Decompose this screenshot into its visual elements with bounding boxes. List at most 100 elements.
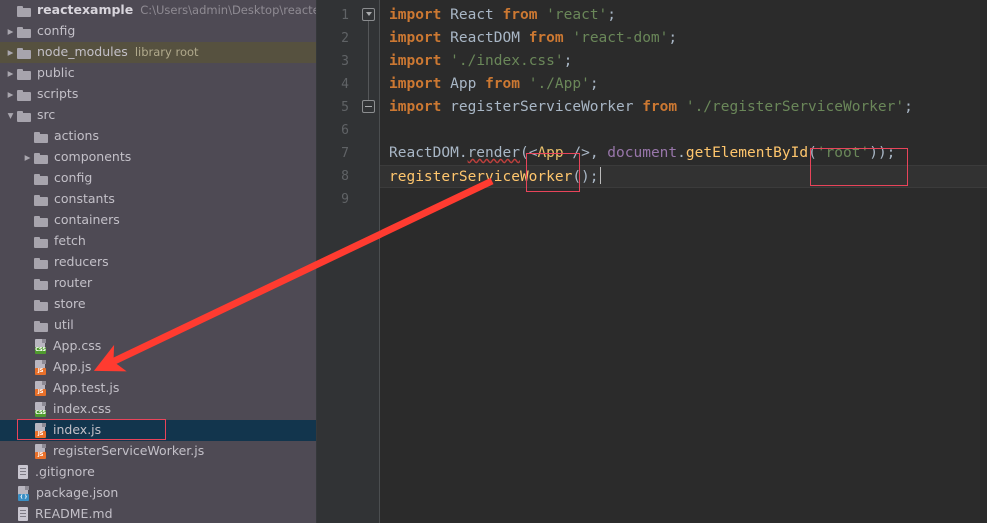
line-number: 4 xyxy=(341,77,349,92)
tree-item-label: actions xyxy=(54,128,99,144)
chevron-right-icon[interactable]: ▶ xyxy=(4,28,17,36)
tree-row[interactable]: ▶reducers xyxy=(0,252,317,273)
code-token: App xyxy=(537,145,564,161)
js-file-icon: JS xyxy=(34,381,48,396)
tree-row[interactable]: ▶ scripts xyxy=(0,84,317,105)
code-area[interactable]: import React from 'react'; import ReactDO… xyxy=(380,0,987,523)
tree-row[interactable]: ▶store xyxy=(0,294,317,315)
line-number: 7 xyxy=(341,146,349,161)
code-line[interactable]: ReactDOM.render(<App />, document.getEle… xyxy=(380,142,987,165)
chevron-down-icon[interactable]: ▼ xyxy=(4,112,17,120)
code-line[interactable]: import './index.css'; xyxy=(380,50,987,73)
code-token: import xyxy=(389,76,442,92)
code-line[interactable]: import React from 'react'; xyxy=(380,4,987,27)
tree-row[interactable]: ▶ public xyxy=(0,63,317,84)
css-file-icon: CSS xyxy=(34,339,48,354)
tree-row[interactable]: ▼ src xyxy=(0,105,317,126)
code-fold-toggle-icon[interactable] xyxy=(362,8,375,21)
project-tree-panel[interactable]: ▶ reactexample C:\Users\admin\Desktop\reac… xyxy=(0,0,317,523)
code-token: from xyxy=(642,99,678,115)
tree-row[interactable]: ▶containers xyxy=(0,210,317,231)
project-root-path: C:\Users\admin\Desktop\reactexam xyxy=(140,2,317,17)
code-line[interactable] xyxy=(380,119,987,142)
tree-row[interactable]: ▶util xyxy=(0,315,317,336)
tree-row[interactable]: ▶ components xyxy=(0,147,317,168)
text-file-icon xyxy=(17,507,30,522)
tree-row[interactable]: ▶.gitignore xyxy=(0,462,317,483)
code-token: from xyxy=(502,7,538,23)
tree-row[interactable]: ▶JSindex.js xyxy=(0,420,317,441)
js-file-icon: JS xyxy=(34,444,48,459)
tree-item-label: App.css xyxy=(53,338,102,354)
folder-icon xyxy=(34,320,49,332)
tree-row[interactable]: ▶ node_modules library root xyxy=(0,42,317,63)
chevron-right-icon[interactable]: ▶ xyxy=(4,70,17,78)
tree-row[interactable]: ▶JSApp.js xyxy=(0,357,317,378)
code-editor[interactable]: 123456789 import React from 'react'; impo… xyxy=(317,0,987,523)
code-token: document xyxy=(607,145,678,161)
tree-row[interactable]: ▶{ }package.json xyxy=(0,483,317,504)
code-token: import xyxy=(389,7,442,23)
tree-row[interactable]: ▶config xyxy=(0,168,317,189)
folder-icon xyxy=(34,173,49,185)
code-line[interactable]: import ReactDOM from 'react-dom'; xyxy=(380,27,987,50)
code-folding-region-bar[interactable] xyxy=(368,14,369,106)
code-token: from xyxy=(485,76,520,92)
tree-row[interactable]: ▶CSSApp.css xyxy=(0,336,317,357)
tree-row[interactable]: ▶CSSindex.css xyxy=(0,399,317,420)
tree-item-label: README.md xyxy=(35,506,113,522)
code-token: 'react-dom' xyxy=(572,30,669,46)
tree-item-label: scripts xyxy=(37,86,79,102)
code-token: ; xyxy=(668,30,678,46)
tree-item-label: index.js xyxy=(53,422,102,438)
folder-icon xyxy=(17,5,32,17)
code-token: . xyxy=(458,145,468,161)
css-file-icon: CSS xyxy=(34,402,48,417)
chevron-right-icon[interactable]: ▶ xyxy=(21,154,34,162)
tree-row[interactable]: ▶actions xyxy=(0,126,317,147)
code-token: />, xyxy=(563,145,608,161)
code-token: registerServiceWorker xyxy=(389,169,573,185)
code-token: ReactDOM xyxy=(389,145,459,161)
folder-icon xyxy=(34,194,49,206)
code-token: import xyxy=(389,99,442,115)
tree-item-label: components xyxy=(54,149,132,165)
code-token: 'react' xyxy=(546,7,608,23)
line-number: 8 xyxy=(341,169,349,184)
folder-icon xyxy=(34,278,49,290)
code-fold-toggle-icon[interactable] xyxy=(362,100,375,113)
tree-item-label: index.css xyxy=(53,401,112,417)
editor-gutter[interactable]: 1 2 3 4 5 6 7 8 9 xyxy=(317,0,380,523)
project-tree[interactable]: ▶ reactexample C:\Users\admin\Desktop\reac… xyxy=(0,0,317,523)
tree-row[interactable]: ▶constants xyxy=(0,189,317,210)
tree-item-label: util xyxy=(54,317,74,333)
chevron-right-icon[interactable]: ▶ xyxy=(4,91,17,99)
code-token: App xyxy=(450,76,477,92)
code-token: ; xyxy=(607,7,617,23)
tree-item-label: .gitignore xyxy=(35,464,95,480)
line-number: 3 xyxy=(341,54,349,69)
code-token: )); xyxy=(869,145,896,161)
folder-icon xyxy=(34,236,49,248)
text-caret xyxy=(599,167,602,184)
tree-row[interactable]: ▶fetch xyxy=(0,231,317,252)
folder-icon xyxy=(17,26,32,38)
code-line[interactable] xyxy=(380,188,987,211)
tree-row[interactable]: ▶README.md xyxy=(0,504,317,523)
code-token: ; xyxy=(589,76,599,92)
code-line[interactable]: import App from './App'; xyxy=(380,73,987,96)
tree-row[interactable]: ▶router xyxy=(0,273,317,294)
code-line[interactable]: registerServiceWorker(); xyxy=(380,165,987,188)
code-line[interactable]: import registerServiceWorker from './reg… xyxy=(380,96,987,119)
json-file-icon: { } xyxy=(17,486,31,501)
chevron-right-icon[interactable]: ▶ xyxy=(4,49,17,57)
line-number: 6 xyxy=(341,123,349,138)
line-number: 1 xyxy=(341,8,349,23)
tree-row[interactable]: ▶JSregisterServiceWorker.js xyxy=(0,441,317,462)
tree-row[interactable]: ▶JSApp.test.js xyxy=(0,378,317,399)
tree-row-project-root[interactable]: ▶reactexampleC:\Users\admin\Desktop\reac… xyxy=(0,0,317,21)
tree-row[interactable]: ▶config xyxy=(0,21,317,42)
